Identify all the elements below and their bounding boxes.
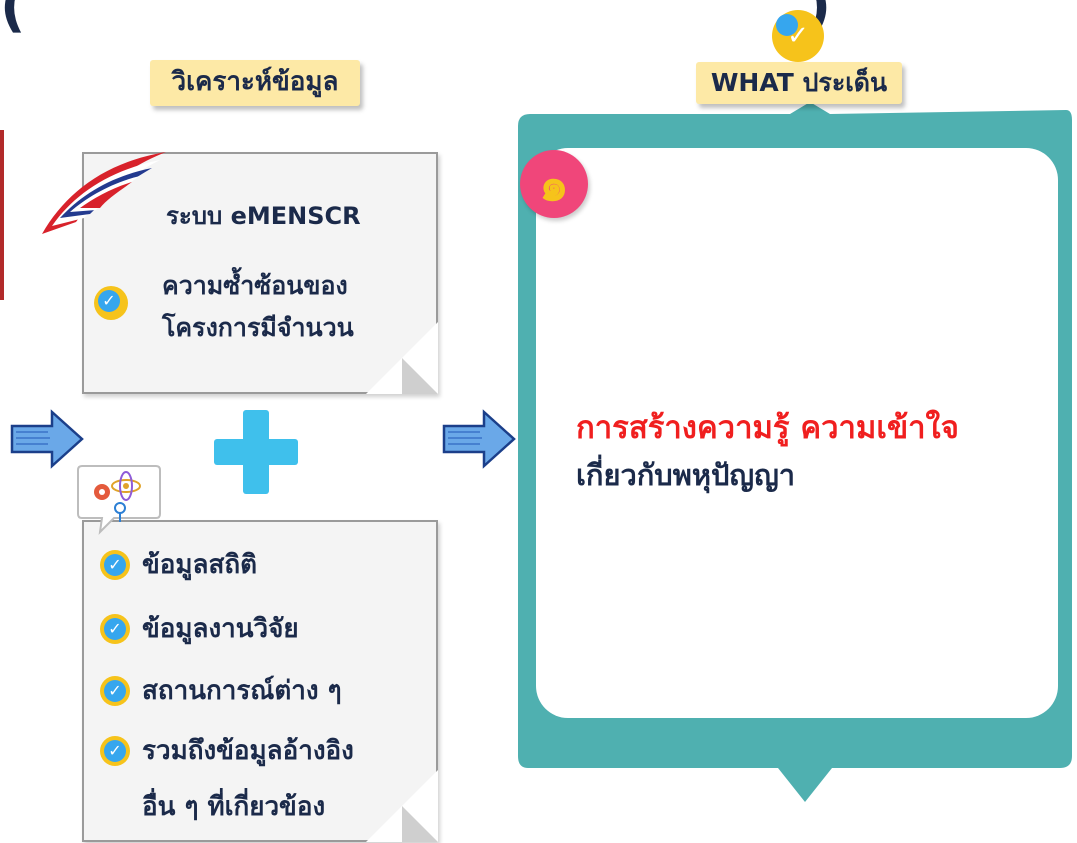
research-gear-icon bbox=[77, 465, 161, 535]
list-item: ข้อมูลงานวิจัย bbox=[142, 614, 299, 644]
point-line-2: โครงการมีจำนวน bbox=[162, 313, 354, 342]
list-item: รวมถึงข้อมูลอ้างอิง bbox=[142, 736, 354, 766]
badge-number: ๑ bbox=[539, 157, 569, 211]
check-badge-icon: ✓ bbox=[100, 550, 130, 580]
plus-icon bbox=[214, 410, 298, 494]
point-line-1: ความซ้ำซ้อนของ bbox=[162, 271, 348, 300]
thai-flag-logo bbox=[42, 152, 166, 234]
page-title-fragment: ( ) bbox=[0, 0, 832, 39]
check-badge-icon: ✓ bbox=[100, 614, 130, 644]
arrow-right-icon bbox=[442, 409, 516, 469]
highlight-text: การสร้างความรู้ ความเข้าใจ bbox=[576, 410, 959, 446]
system-name: ระบบ eMENSCR bbox=[166, 202, 361, 230]
list-item: สถานการณ์ต่าง ๆ bbox=[142, 676, 342, 706]
left-edge-accent bbox=[0, 130, 4, 300]
list-item-continuation: อื่น ๆ ที่เกี่ยวข้อง bbox=[142, 792, 326, 822]
check-badge-icon: ✓ bbox=[100, 736, 130, 766]
analysis-tag: วิเคราะห์ข้อมูล bbox=[150, 60, 360, 106]
check-badge-icon: ✓ bbox=[772, 10, 824, 62]
list-item: ข้อมูลสถิติ bbox=[142, 550, 257, 580]
check-badge-icon: ✓ bbox=[100, 676, 130, 706]
check-badge-icon: ✓ bbox=[94, 286, 128, 320]
what-tag: WHAT ประเด็น bbox=[696, 62, 902, 104]
number-badge: ๑ bbox=[520, 150, 588, 218]
sub-text: เกี่ยวกับพหุปัญญา bbox=[576, 458, 796, 492]
